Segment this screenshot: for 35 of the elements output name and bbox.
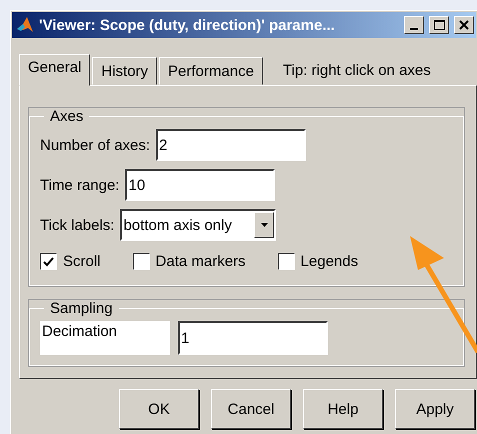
close-button[interactable] xyxy=(454,16,474,34)
checkbox[interactable] xyxy=(40,253,57,270)
caret-icon xyxy=(260,223,268,227)
dialog-button[interactable]: Help xyxy=(303,389,383,429)
checkbox[interactable] xyxy=(132,253,150,270)
close-icon xyxy=(459,20,469,30)
tab[interactable]: History xyxy=(92,57,158,85)
dialog-button[interactable]: OK xyxy=(119,389,199,429)
tip-text: Tip: right click on axes xyxy=(282,62,431,81)
tab[interactable]: Performance xyxy=(159,57,263,85)
group-title: Axes xyxy=(49,108,84,125)
minimize-button[interactable] xyxy=(404,16,424,34)
field-label: Decimation xyxy=(40,321,170,355)
dialog-button[interactable]: Apply xyxy=(395,389,475,429)
input-field[interactable]: 1 xyxy=(178,321,328,355)
dialog-button[interactable]: Cancel xyxy=(211,389,291,429)
input-field[interactable]: 10 xyxy=(125,169,276,201)
group-title: Sampling xyxy=(49,300,114,317)
maximize-button[interactable] xyxy=(429,16,449,34)
app-logo-icon xyxy=(16,16,34,34)
checkbox-label: Data markers xyxy=(156,253,246,270)
minimize-icon xyxy=(410,28,418,30)
tab[interactable]: General xyxy=(19,54,90,86)
field-label: Tick labels: xyxy=(40,216,114,234)
checkbox[interactable] xyxy=(278,253,295,270)
checkbox-label: Legends xyxy=(300,253,358,270)
maximize-icon xyxy=(434,20,444,30)
window-title: 'Viewer: Scope (duty, direction)' parame... xyxy=(39,16,336,34)
field-label: Time range: xyxy=(40,176,120,194)
checkbox-label: Scroll xyxy=(63,253,101,270)
input-field[interactable]: 2 xyxy=(156,129,306,161)
dropdown-button[interactable] xyxy=(254,212,274,238)
field-label: Number of axes: xyxy=(40,136,150,154)
check-icon xyxy=(43,256,54,266)
dropdown[interactable]: bottom axis only xyxy=(120,209,276,241)
